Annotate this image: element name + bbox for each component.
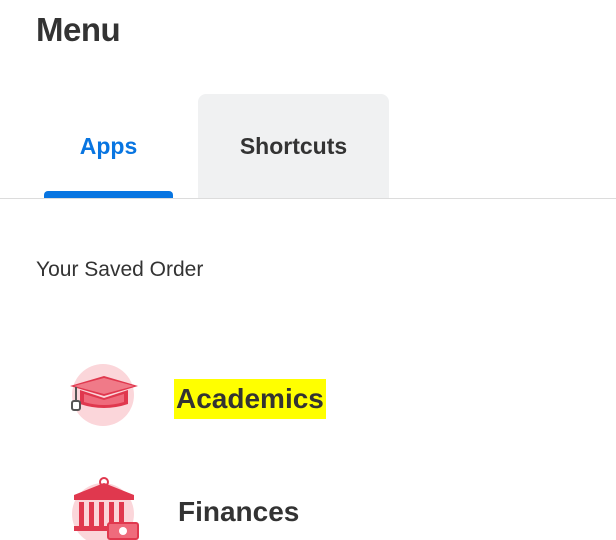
active-tab-indicator [44, 191, 173, 198]
tab-shortcuts-label: Shortcuts [239, 132, 348, 159]
saved-order-heading: Your Saved Order [36, 258, 204, 281]
graduation-cap-icon [60, 364, 140, 434]
app-label-academics: Academics [174, 379, 326, 419]
tab-bar: Apps Shortcuts [0, 94, 616, 199]
app-item-academics[interactable]: Academics [60, 364, 580, 434]
app-item-finances[interactable]: Finances [60, 477, 580, 540]
tab-shortcuts[interactable]: Shortcuts [198, 94, 389, 198]
tab-apps[interactable]: Apps [44, 94, 173, 198]
app-label-finances: Finances [178, 496, 300, 527]
tab-apps-label: Apps [79, 132, 138, 159]
bank-money-icon [60, 477, 140, 540]
menu-page: Menu Apps Shortcuts Your Saved Order Aca… [0, 0, 616, 540]
page-title: Menu [36, 11, 121, 48]
